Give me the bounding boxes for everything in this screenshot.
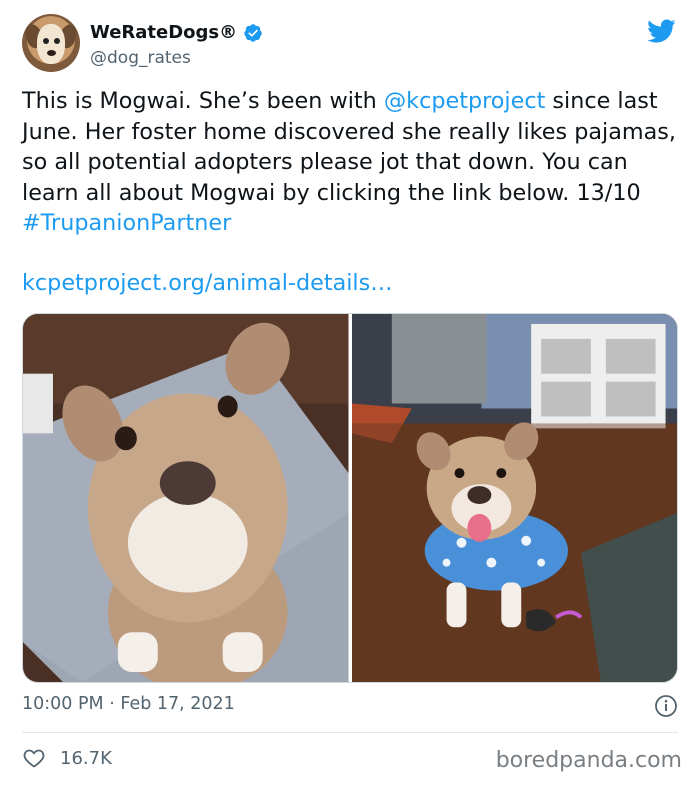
avatar-face (37, 24, 65, 64)
avatar-eye-left (43, 38, 49, 44)
heart-icon[interactable] (22, 746, 46, 770)
author-display-name[interactable]: WeRateDogs® (90, 22, 237, 43)
author-handle[interactable]: @dog_rates (90, 48, 191, 68)
like-count: 16.7K (60, 747, 112, 769)
tweet-timestamp[interactable]: 10:00 PM · Feb 17, 2021 (22, 694, 235, 714)
tweet-url-link[interactable]: kcpetproject.org/animal-details… (22, 270, 393, 296)
tweet-text: This is Mogwai. She’s been with @kcpetpr… (22, 86, 682, 239)
tweet-text-part-1: This is Mogwai. She’s been with (22, 88, 384, 114)
info-icon[interactable] (654, 694, 678, 718)
avatar-eye-right (54, 38, 60, 44)
tweet-divider (22, 732, 678, 733)
hashtag-link[interactable]: #TrupanionPartner (22, 210, 231, 236)
twitter-bird-icon[interactable] (644, 16, 678, 46)
like-action[interactable]: 16.7K (22, 746, 112, 770)
tweet-media (22, 313, 678, 683)
dog-in-pajamas-photo[interactable] (351, 314, 677, 682)
avatar-nose (47, 50, 56, 56)
dog-closeup-illustration (23, 314, 349, 682)
author-name-row: WeRateDogs® (90, 22, 263, 43)
dog-pajamas-illustration (351, 314, 677, 682)
tweet-header: WeRateDogs® @dog_rates (22, 14, 678, 76)
mention-link[interactable]: @kcpetproject (384, 88, 545, 114)
author-avatar[interactable] (22, 14, 80, 72)
verified-badge-icon (244, 23, 262, 42)
watermark: boredpanda.com (495, 748, 682, 773)
dog-closeup-photo[interactable] (23, 314, 349, 682)
